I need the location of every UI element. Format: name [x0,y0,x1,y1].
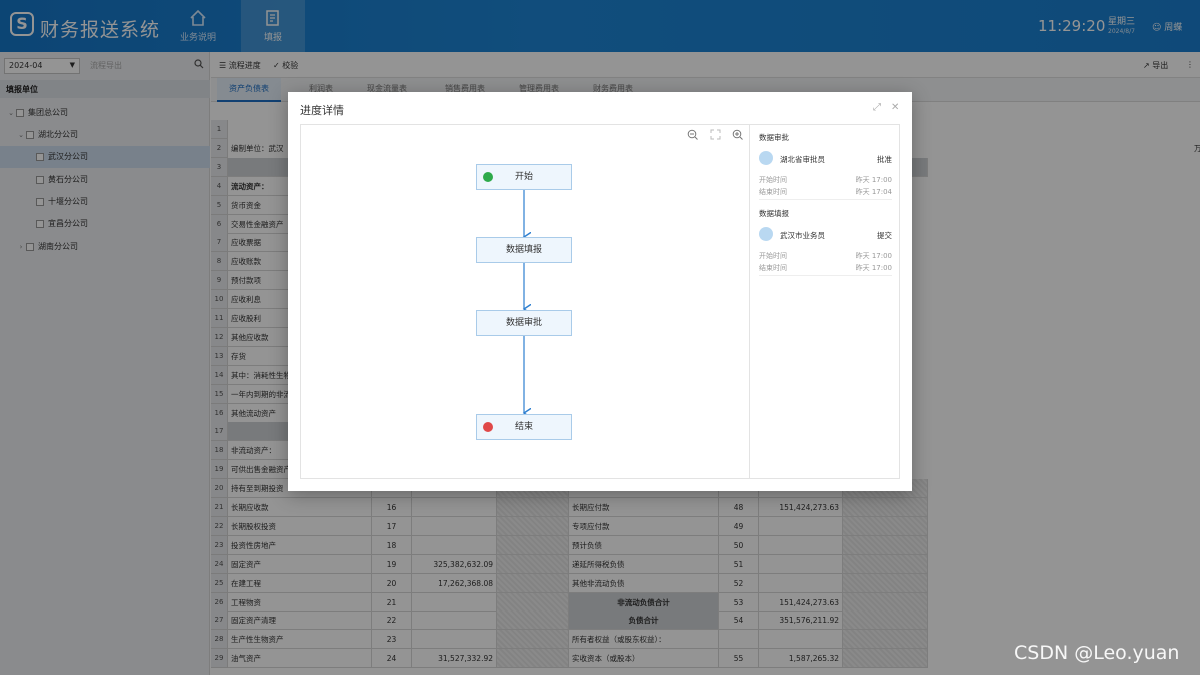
person-action: 批准 [877,155,892,164]
divider [759,199,892,200]
record-title: 数据填报 [759,209,789,218]
play-icon [483,172,493,182]
close-icon[interactable]: ✕ [891,102,899,113]
avatar [759,227,773,241]
node-label: 结束 [514,422,533,432]
end-time-label: 结束时间 [759,188,787,196]
person-name: 武汉市业务员 [780,231,825,240]
avatar [759,151,773,165]
flow-node-approve[interactable]: 数据审批 [476,310,572,336]
person-name: 湖北省审批员 [780,155,825,164]
dialog-title: 进度详情 [300,104,344,117]
record-person: 湖北省审批员 批准 [759,151,892,169]
record-title: 数据审批 [759,133,789,142]
flow-canvas: 开始 数据填报 数据审批 结束 [300,124,749,479]
end-time-value: 昨天 17:00 [855,264,892,272]
flow-record-panel: 数据审批 湖北省审批员 批准 开始时间 昨天 17:00 结束时间 昨天 17:04… [749,124,900,479]
end-time-label: 结束时间 [759,264,787,272]
stop-icon [483,422,493,432]
start-time-label: 开始时间 [759,252,787,260]
start-time-row: 开始时间 昨天 17:00 [759,175,892,187]
start-time-label: 开始时间 [759,176,787,184]
record-section-approve: 数据审批 湖北省审批员 批准 开始时间 昨天 17:00 结束时间 昨天 17:04 [759,132,892,199]
flow-node-start[interactable]: 开始 [476,164,572,190]
node-label: 开始 [514,172,533,182]
record-person: 武汉市业务员 提交 [759,227,892,245]
end-time-row: 结束时间 昨天 17:04 [759,187,892,199]
node-label: 数据填报 [505,245,542,255]
watermark: CSDN @Leo.yuan [1014,642,1180,664]
start-time-value: 昨天 17:00 [855,176,892,184]
divider [759,275,892,276]
end-time-row: 结束时间 昨天 17:00 [759,263,892,275]
end-time-value: 昨天 17:04 [855,188,892,196]
maximize-icon[interactable]: ⤢ [873,102,881,113]
progress-detail-dialog: 进度详情 ⤢ ✕ 开始 数据填报 数据审批 结束 数据审批 湖北省审批员 批准 … [288,92,912,491]
start-time-value: 昨天 17:00 [855,252,892,260]
start-time-row: 开始时间 昨天 17:00 [759,251,892,263]
person-action: 提交 [877,231,892,240]
flow-node-end[interactable]: 结束 [476,414,572,440]
record-section-fill: 数据填报 武汉市业务员 提交 开始时间 昨天 17:00 结束时间 昨天 17:00 [759,208,892,275]
node-label: 数据审批 [505,318,542,328]
flow-node-fill[interactable]: 数据填报 [476,237,572,263]
